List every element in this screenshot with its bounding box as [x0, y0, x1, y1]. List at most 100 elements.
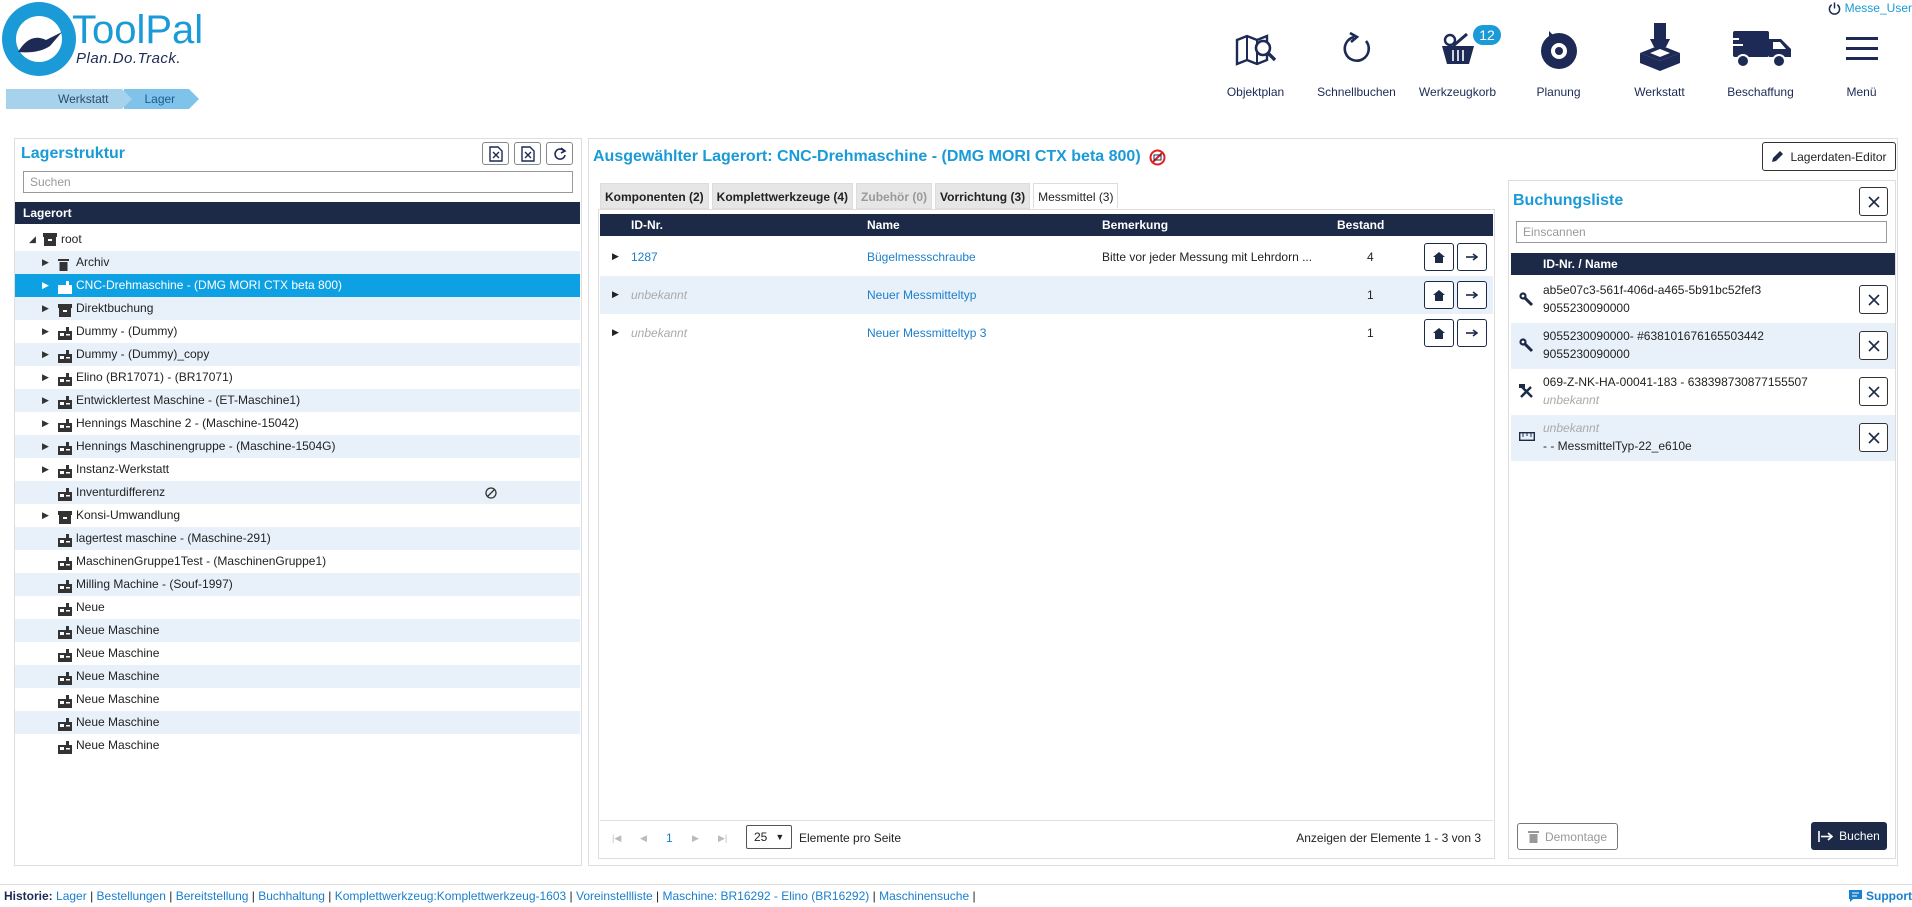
expand-icon[interactable]: ▶ — [42, 504, 49, 527]
expand-row-icon[interactable]: ▶ — [612, 251, 619, 262]
col-name[interactable]: Name — [867, 214, 900, 236]
expand-icon[interactable]: ▶ — [42, 458, 49, 481]
breadcrumb-werkstatt[interactable]: Werkstatt — [6, 89, 133, 109]
tree-row[interactable]: ▶ Entwicklertest Maschine - (ET-Maschine1… — [15, 389, 580, 412]
tree-row[interactable]: Inventurdifferenz — [15, 481, 580, 504]
history-link[interactable]: Buchhaltung — [255, 889, 328, 903]
tree-row[interactable]: Neue Maschine — [15, 711, 580, 734]
tree-row[interactable]: ▶ Archiv — [15, 251, 580, 274]
locate-button[interactable] — [1424, 243, 1454, 271]
remove-item-button[interactable] — [1859, 377, 1888, 406]
tree-row[interactable]: ▶ CNC-Drehmaschine - (DMG MORI CTX beta 8… — [15, 274, 580, 297]
page-size-select[interactable]: 25 ▼ — [746, 825, 792, 849]
tab-vorrichtung[interactable]: Vorrichtung (3) — [935, 183, 1031, 209]
tree-row[interactable]: ▶ Dummy - (Dummy)_copy — [15, 343, 580, 366]
history-link[interactable]: Bestellungen — [93, 889, 169, 903]
booking-item[interactable]: unbekannt - - MessmittelTyp-22_e610e — [1511, 415, 1895, 461]
booking-item[interactable]: 9055230090000- #638101676165503442 905523… — [1511, 323, 1895, 369]
tab-komponenten[interactable]: Komponenten (2) — [600, 183, 709, 209]
nav-schnellbuchen[interactable]: Schnellbuchen — [1306, 20, 1407, 104]
booking-item[interactable]: ab5e07c3-561f-406d-a465-5b91bc52fef3 9055… — [1511, 277, 1895, 323]
support-link[interactable]: Support — [1849, 885, 1912, 907]
excel-export-button[interactable] — [482, 142, 509, 165]
table-row[interactable]: ▶ 1287 Bügelmessschraube Bitte vor jeder Me… — [600, 238, 1493, 276]
tree-row[interactable]: ▶ Direktbuchung — [15, 297, 580, 320]
nav-objektplan[interactable]: Objektplan — [1205, 20, 1306, 104]
tree-row[interactable]: ▶ Hennings Maschine 2 - (Maschine-15042) — [15, 412, 580, 435]
expand-icon[interactable]: ▶ — [42, 343, 49, 366]
tree-row-root[interactable]: ◢ root — [15, 228, 580, 251]
add-to-booking-button[interactable] — [1457, 281, 1487, 309]
history-link[interactable]: Voreinstellliste — [573, 889, 656, 903]
nav-werkstatt[interactable]: Werkstatt — [1609, 20, 1710, 104]
nav-beschaffung[interactable]: Beschaffung — [1710, 20, 1811, 104]
col-id[interactable]: ID-Nr. — [631, 214, 663, 236]
history-link[interactable]: Maschinensuche — [876, 889, 973, 903]
refresh-tree-button[interactable] — [546, 142, 573, 165]
history-link[interactable]: Komplettwerkzeug:Komplettwerkzeug-1603 — [331, 889, 569, 903]
tab-messmittel[interactable]: Messmittel (3) — [1033, 183, 1119, 209]
breadcrumb-lager[interactable]: Lager — [124, 89, 199, 109]
user-menu[interactable]: Messe_User — [1828, 1, 1912, 15]
tree-row[interactable]: Neue Maschine — [15, 734, 580, 757]
tree-row[interactable]: Neue Maschine — [15, 665, 580, 688]
tree-row[interactable]: Neue Maschine — [15, 642, 580, 665]
locate-button[interactable] — [1424, 281, 1454, 309]
history-link[interactable]: Bereitstellung — [172, 889, 251, 903]
buchen-button[interactable]: Buchen — [1811, 822, 1887, 850]
current-page[interactable]: 1 — [666, 831, 673, 845]
tree-row[interactable]: Neue Maschine — [15, 619, 580, 642]
tab-komplettwerkzeuge[interactable]: Komplettwerkzeuge (4) — [711, 183, 854, 209]
next-page-icon[interactable]: ▶ — [692, 833, 699, 844]
expand-icon[interactable]: ▶ — [42, 251, 49, 274]
cell-name[interactable]: Bügelmessschraube — [867, 250, 976, 264]
remove-item-button[interactable] — [1859, 331, 1888, 360]
tree-row[interactable]: lagertest maschine - (Maschine-291) — [15, 527, 580, 550]
excel-import-button[interactable] — [514, 142, 541, 165]
tree-row[interactable]: Milling Machine - (Souf-1997) — [15, 573, 580, 596]
tree-row[interactable]: Neue Maschine — [15, 688, 580, 711]
tree-row[interactable]: ▶ Dummy - (Dummy) — [15, 320, 580, 343]
nav-menu[interactable]: Menü — [1811, 20, 1912, 104]
first-page-icon[interactable]: |◀ — [612, 833, 621, 844]
expand-icon[interactable]: ▶ — [42, 274, 49, 297]
expand-icon[interactable]: ▶ — [42, 320, 49, 343]
remove-item-button[interactable] — [1859, 285, 1888, 314]
booking-item[interactable]: 069-Z-NK-HA-00041-183 - 6383987308771555… — [1511, 369, 1895, 415]
col-note[interactable]: Bemerkung — [1102, 214, 1168, 236]
storage-data-editor-button[interactable]: Lagerdaten-Editor — [1762, 142, 1896, 171]
remove-item-button[interactable] — [1859, 423, 1888, 452]
history-link[interactable]: Lager — [56, 889, 90, 903]
expand-row-icon[interactable]: ▶ — [612, 327, 619, 338]
tree-row[interactable]: ▶ Konsi-Umwandlung — [15, 504, 580, 527]
cell-name[interactable]: Neuer Messmitteltyp 3 — [867, 326, 986, 340]
tree-row[interactable]: MaschinenGruppe1Test - (MaschinenGruppe1… — [15, 550, 580, 573]
history-link[interactable]: Maschine: BR16292 - Elino (BR16292) — [659, 889, 872, 903]
nav-planung[interactable]: Planung — [1508, 20, 1609, 104]
tree-row[interactable]: Neue — [15, 596, 580, 619]
tree-row[interactable]: ▶ Elino (BR17071) - (BR17071) — [15, 366, 580, 389]
tree-row[interactable]: ▶ Instanz-Werkstatt — [15, 458, 580, 481]
last-page-icon[interactable]: ▶| — [718, 833, 727, 844]
table-row[interactable]: ▶ unbekannt Neuer Messmitteltyp 1 — [600, 276, 1493, 314]
cell-id[interactable]: 1287 — [631, 250, 658, 264]
expand-icon[interactable]: ▶ — [42, 435, 49, 458]
toolpal-logo[interactable]: ToolPal Plan.Do.Track. — [2, 2, 203, 82]
collapse-icon[interactable]: ◢ — [29, 228, 36, 251]
tree-row[interactable]: ▶ Hennings Maschinengruppe - (Maschine-15… — [15, 435, 580, 458]
expand-icon[interactable]: ▶ — [42, 297, 49, 320]
nav-werkzeugkorb[interactable]: 12 Werkzeugkorb — [1407, 20, 1508, 104]
add-to-booking-button[interactable] — [1457, 319, 1487, 347]
col-stock[interactable]: Bestand — [1337, 214, 1384, 236]
expand-icon[interactable]: ▶ — [42, 366, 49, 389]
prev-page-icon[interactable]: ◀ — [640, 833, 647, 844]
add-to-booking-button[interactable] — [1457, 243, 1487, 271]
scan-input[interactable] — [1516, 221, 1887, 243]
locate-button[interactable] — [1424, 319, 1454, 347]
expand-icon[interactable]: ▶ — [42, 389, 49, 412]
expand-row-icon[interactable]: ▶ — [612, 289, 619, 300]
table-row[interactable]: ▶ unbekannt Neuer Messmitteltyp 3 1 — [600, 314, 1493, 352]
tree-search-input[interactable] — [23, 171, 573, 193]
cell-name[interactable]: Neuer Messmitteltyp — [867, 288, 976, 302]
close-booking-list-button[interactable] — [1859, 187, 1888, 216]
